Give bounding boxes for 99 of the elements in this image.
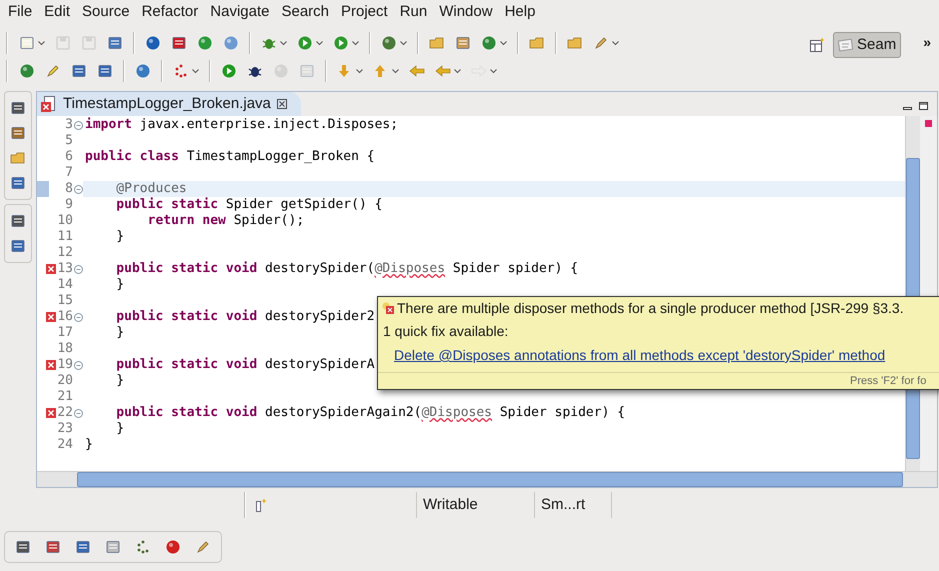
caret-icon [280, 40, 287, 46]
error-marker-icon [46, 312, 56, 322]
editor-tab[interactable]: TimestampLogger_Broken.java [37, 92, 301, 116]
quick-fix-count: 1 quick fix available: [382, 322, 510, 341]
menu-item[interactable]: Refactor [136, 1, 204, 24]
back-arrow-icon [409, 63, 425, 79]
code-line: import javax.enterprise.inject.Disposes; [85, 117, 398, 132]
line-number: 15 [57, 293, 73, 309]
code-line: } [115, 325, 124, 340]
collapse-icon[interactable] [74, 264, 82, 274]
line-number: 24 [57, 437, 73, 453]
collapse-icon[interactable] [74, 184, 82, 194]
collapse-icon[interactable] [74, 360, 82, 370]
code-line: return new Spider(); [146, 213, 304, 228]
line-number: 13 [57, 261, 73, 277]
error-overview-marker[interactable] [925, 120, 932, 127]
save-all-icon [81, 35, 97, 51]
tooltip-footer: Press 'F2' for fo [850, 372, 926, 390]
code-line: public static void destorySpider(@Disposes Spider spider) { [115, 261, 578, 276]
line-number: 19 [57, 357, 73, 373]
caret-icon [192, 68, 199, 74]
error-icon [41, 102, 51, 112]
caret-icon [500, 40, 507, 46]
perspective-button[interactable]: Seam [833, 32, 902, 58]
code-line: public static void destorySpiderA [115, 357, 375, 372]
new-window-icon [19, 35, 35, 51]
code-line: public static Spider getSpider() { [115, 197, 382, 212]
caret-icon [454, 68, 461, 74]
line-number: 12 [57, 245, 73, 261]
open-perspective-icon[interactable] [809, 37, 826, 53]
line-number: 11 [57, 229, 73, 245]
play-icon [221, 63, 237, 79]
caret-icon [316, 40, 323, 46]
line-number: 16 [57, 309, 73, 325]
code-line: } [115, 229, 124, 244]
menu-item[interactable]: File [2, 1, 38, 24]
highlighter-icon [45, 63, 61, 79]
code-line: @Produces [115, 181, 187, 196]
menu-item[interactable]: Window [433, 1, 499, 24]
collapse-icon[interactable] [74, 312, 82, 322]
menu-item[interactable]: Help [498, 1, 542, 24]
menu-item[interactable]: Search [275, 1, 335, 24]
line-number: 6 [65, 149, 73, 165]
caret-icon [356, 68, 363, 74]
code-line: public static void destorySpiderAgain2(@Disposes Spider spider) { [115, 405, 626, 420]
code-line: public class TimestampLogger_Broken { [85, 149, 375, 164]
code-line: public static void destorySpider2 [115, 309, 375, 324]
caret-icon [352, 40, 359, 46]
horizontal-scrollbar[interactable] [77, 472, 903, 487]
line-number: 3 [65, 117, 73, 133]
code-line: } [115, 373, 124, 388]
menu-item[interactable]: Source [76, 1, 136, 24]
dots-icon [173, 63, 189, 79]
run-external-icon [333, 35, 349, 51]
line-number: 10 [57, 213, 73, 229]
problem-message: There are multiple disposer methods for a single producer method [JSR-299 §3.3. [397, 298, 904, 318]
quick-fix-error-icon [382, 302, 394, 314]
line-number: 18 [57, 341, 73, 357]
line-number: 21 [57, 389, 73, 405]
maximize-icon[interactable] [919, 102, 929, 110]
line-number: 22 [57, 405, 73, 421]
error-marker-icon [46, 408, 56, 418]
menu-item[interactable]: Run [394, 1, 434, 24]
menu-item[interactable]: Navigate [204, 1, 276, 24]
menu-item[interactable]: Project [335, 1, 394, 24]
caret-icon [490, 68, 497, 74]
quick-fix-link[interactable]: Delete @Disposes annotations from all methods except 'destorySpider' method [378, 342, 939, 372]
error-marker-icon [46, 264, 56, 274]
run-icon [297, 35, 313, 51]
error-marker-icon [46, 360, 56, 370]
code-line: } [115, 421, 124, 436]
folder-icon [10, 150, 26, 166]
status-text: Writable [423, 494, 478, 515]
folder-icon [567, 35, 583, 51]
line-number: 14 [57, 277, 73, 293]
code-line: } [115, 277, 124, 292]
line-number: 5 [65, 133, 73, 149]
line-number: 8 [65, 181, 73, 197]
caret-icon [612, 40, 619, 46]
line-number: 9 [65, 197, 73, 213]
line-number: 23 [57, 421, 73, 437]
save-icon [55, 35, 71, 51]
caret-icon [400, 40, 407, 46]
collapse-icon[interactable] [74, 120, 82, 130]
more-toolbar-chevron[interactable]: » [923, 32, 931, 53]
tab-title: TimestampLogger_Broken.java [63, 94, 271, 114]
status-text: Sm...rt [541, 494, 586, 515]
code-line: } [85, 437, 93, 452]
open-folder-icon [529, 35, 545, 51]
back-arrow-icon [435, 63, 451, 79]
menu-item[interactable]: Edit [38, 1, 76, 24]
line-number: 17 [57, 325, 73, 341]
line-number: 7 [65, 165, 73, 181]
caret-icon [38, 40, 45, 46]
new-folder-icon [429, 35, 445, 51]
close-icon[interactable] [276, 99, 287, 109]
collapse-icon[interactable] [74, 408, 82, 418]
caret-icon [392, 68, 399, 74]
line-number: 20 [57, 373, 73, 389]
